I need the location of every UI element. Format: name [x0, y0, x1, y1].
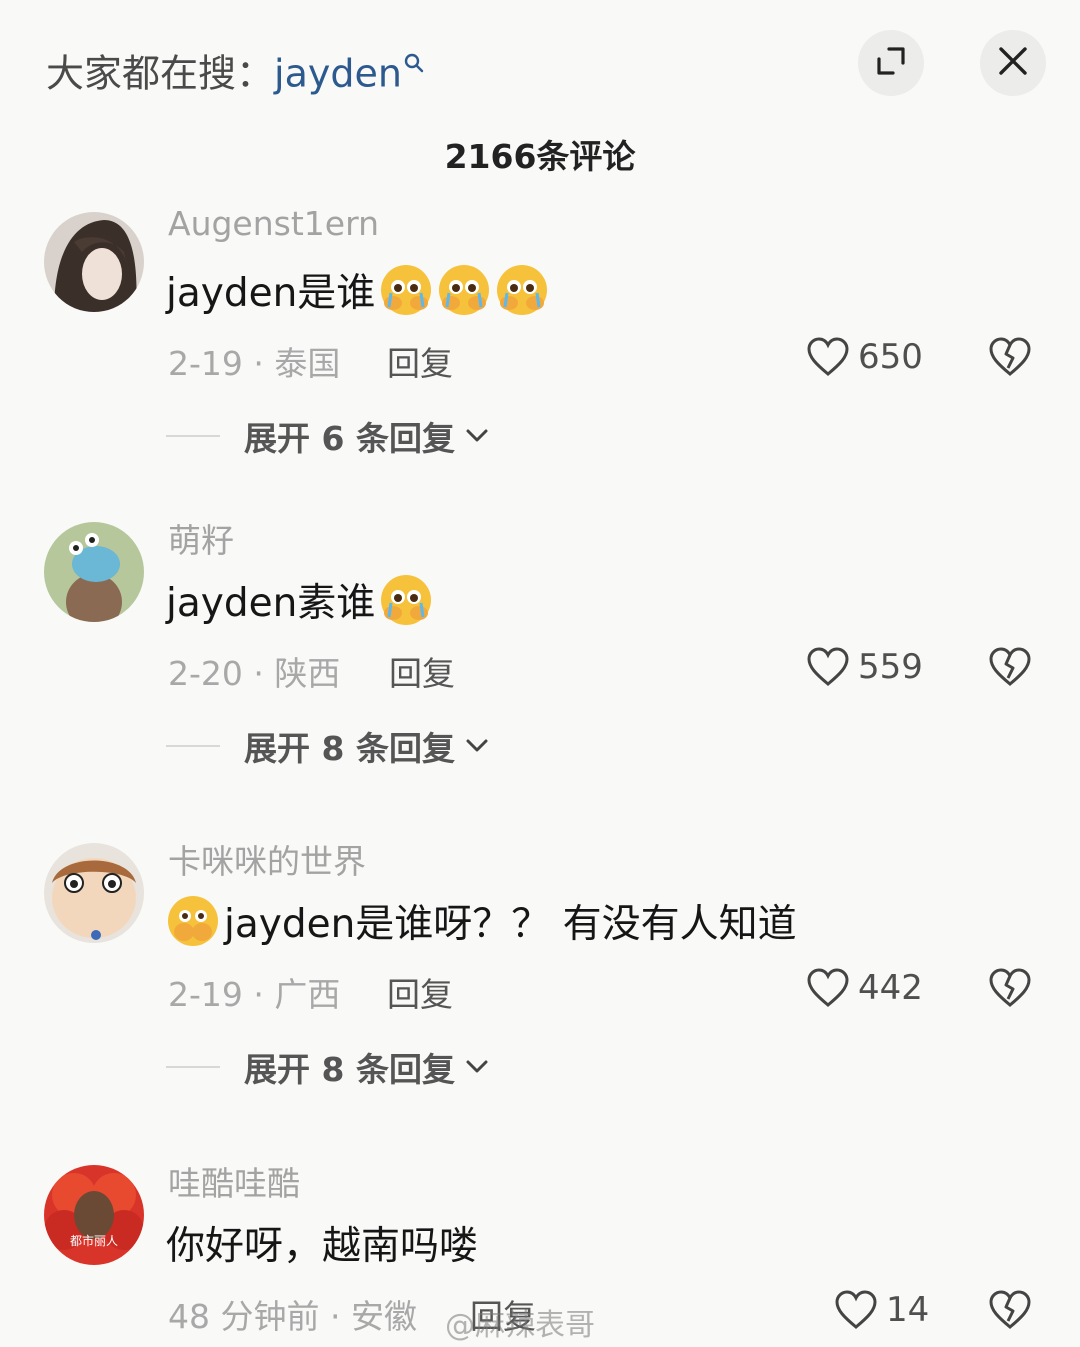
broken-heart-icon: [989, 337, 1031, 376]
reply-button[interactable]: 回复: [387, 337, 453, 385]
broken-heart-icon: [989, 1290, 1031, 1329]
pleading-face-emoji-icon: [495, 263, 549, 317]
username[interactable]: 萌籽: [168, 514, 234, 562]
avatar-text: 都市丽人: [70, 1233, 118, 1248]
dislike-button[interactable]: [988, 967, 1032, 1009]
dislike-button[interactable]: [988, 646, 1032, 688]
comment-text: jayden素谁: [166, 572, 433, 628]
comment-text-content: jayden是谁呀？？ 有没有人知道: [224, 902, 797, 947]
dislike-button[interactable]: [988, 1289, 1032, 1331]
comment-count: 2166条评论: [444, 137, 636, 176]
expand-replies-label: 展开 8 条回复: [244, 1050, 455, 1089]
close-button[interactable]: [980, 30, 1046, 96]
like-count: 14: [886, 1290, 930, 1330]
close-icon: [997, 45, 1029, 81]
avatar[interactable]: 都市丽人: [44, 1165, 144, 1265]
like-button[interactable]: 442: [806, 967, 923, 1009]
comment-meta: 2-19 · 广西: [168, 975, 341, 1014]
comment-text: jayden是谁呀？？ 有没有人知道: [166, 893, 797, 949]
search-prefix: 大家都在搜：: [46, 51, 275, 96]
search-keyword[interactable]: jayden: [274, 52, 402, 96]
pleading-face-emoji-icon: [379, 263, 433, 317]
comment-text-content: jayden素谁: [166, 581, 376, 626]
avatar[interactable]: [44, 522, 144, 622]
like-count: 442: [858, 968, 923, 1008]
header: 大家都在搜：jayden: [0, 0, 1080, 125]
comment-meta: 2-20 · 陕西: [168, 654, 341, 693]
like-count: 559: [858, 647, 923, 687]
username[interactable]: Augenst1ern: [168, 204, 379, 243]
comment-meta: 48 分钟前 · 安徽: [168, 1297, 417, 1336]
chevron-down-icon: [466, 429, 488, 442]
avatar[interactable]: [44, 843, 144, 943]
divider-line: [166, 745, 220, 747]
avatar[interactable]: [44, 212, 144, 312]
comment-text: 你好呀，越南吗喽: [166, 1215, 478, 1271]
comment-meta: 2-19 · 泰国: [168, 344, 341, 383]
watermark: @麻辣表哥: [445, 1308, 595, 1343]
expand-button[interactable]: [858, 30, 924, 96]
pleading-face-emoji-icon: [437, 263, 491, 317]
reply-button[interactable]: 回复: [389, 647, 455, 695]
broken-heart-icon: [989, 968, 1031, 1007]
expand-replies-label: 展开 6 条回复: [244, 419, 455, 458]
expand-replies-button[interactable]: 展开 8 条回复: [166, 1043, 489, 1091]
expand-replies-label: 展开 8 条回复: [244, 729, 455, 768]
heart-icon: [807, 968, 849, 1007]
heart-icon: [807, 337, 849, 376]
chevron-down-icon: [466, 739, 488, 752]
username[interactable]: 卡咪咪的世界: [168, 835, 366, 883]
divider-line: [166, 1066, 220, 1068]
reply-button[interactable]: 回复: [387, 968, 453, 1016]
like-button[interactable]: 559: [806, 646, 923, 688]
like-button[interactable]: 650: [806, 336, 923, 378]
search-suggestion[interactable]: 大家都在搜：jayden: [46, 38, 424, 98]
expand-replies-button[interactable]: 展开 6 条回复: [166, 412, 489, 460]
dislike-button[interactable]: [988, 336, 1032, 378]
expand-icon: [875, 45, 907, 81]
heart-icon: [807, 647, 849, 686]
comment-text: jayden是谁: [166, 262, 549, 318]
face-with-hands-over-mouth-emoji-icon: [166, 894, 220, 948]
broken-heart-icon: [989, 647, 1031, 686]
expand-replies-button[interactable]: 展开 8 条回复: [166, 722, 489, 770]
like-count: 650: [858, 337, 923, 377]
pleading-face-emoji-icon: [379, 573, 433, 627]
chevron-down-icon: [466, 1060, 488, 1073]
like-button[interactable]: 14: [834, 1289, 929, 1331]
heart-icon: [835, 1290, 877, 1329]
comment-text-content: jayden是谁: [166, 271, 376, 316]
username[interactable]: 哇酷哇酷: [168, 1157, 300, 1205]
search-icon: [404, 38, 424, 82]
comment-text-content: 你好呀，越南吗喽: [166, 1224, 479, 1269]
divider-line: [166, 435, 220, 437]
